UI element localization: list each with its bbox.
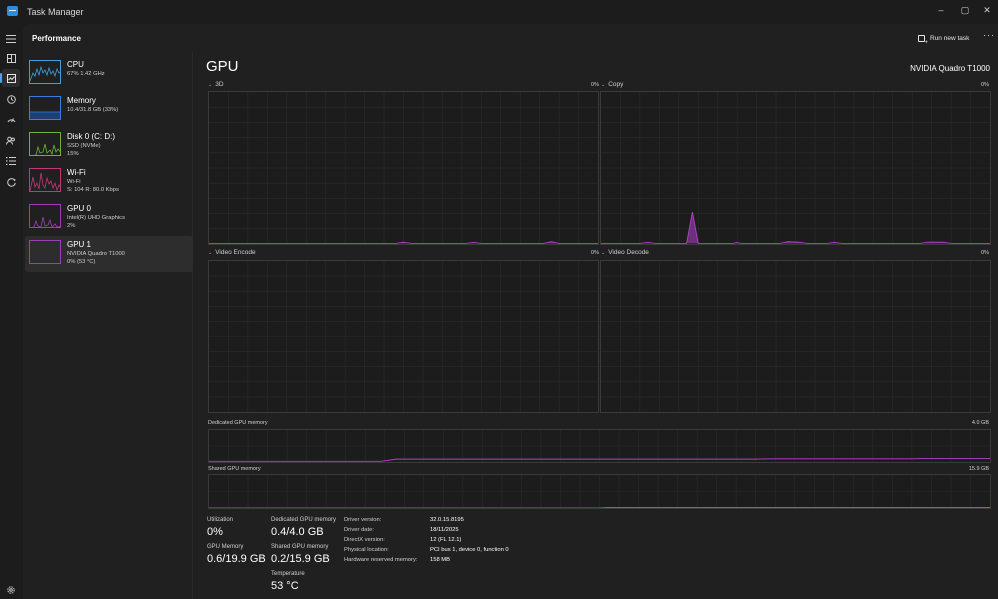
engine-video-decode-graph bbox=[600, 260, 991, 413]
page-title: Performance bbox=[32, 34, 81, 43]
memory-thumbnail-graph bbox=[29, 96, 61, 120]
utilization-value: 0% bbox=[207, 526, 223, 538]
device-usage: 15% bbox=[67, 151, 79, 157]
driver-date-label: Driver date: bbox=[344, 527, 374, 533]
device-list: CPU 67% 1.42 GHz Memory 10.4/31.8 GB (33… bbox=[23, 52, 193, 599]
hardware-reserved-memory-value: 158 MB bbox=[430, 557, 450, 563]
hamburger-menu-icon[interactable] bbox=[2, 30, 20, 48]
shared-memory-graph-max: 15.9 GB bbox=[968, 466, 989, 472]
driver-version-label: Driver version: bbox=[344, 517, 382, 523]
device-item-wifi[interactable]: Wi-Fi Wi-Fi S: 104 R: 80.0 Kbps bbox=[25, 164, 193, 200]
device-item-disk[interactable]: Disk 0 (C: D:) SSD (NVMe) 15% bbox=[25, 128, 193, 164]
processes-icon[interactable] bbox=[2, 49, 20, 67]
physical-location-label: Physical location: bbox=[344, 547, 389, 553]
dedicated-memory-graph bbox=[208, 429, 991, 463]
temperature-label: Temperature bbox=[271, 571, 305, 577]
gsh-canvas bbox=[209, 475, 990, 508]
run-new-task-label: Run new task bbox=[930, 34, 970, 42]
performance-icon[interactable] bbox=[0, 69, 20, 87]
temperature-value: 53 °C bbox=[271, 580, 299, 592]
engine-selector-copy[interactable]: ⌄ Copy bbox=[601, 81, 623, 88]
run-task-icon bbox=[918, 34, 928, 46]
directx-version-label: DirectX version: bbox=[344, 537, 385, 543]
device-usage: 0% (53 °C) bbox=[67, 259, 96, 265]
driver-version-value: 32.0.15.8195 bbox=[430, 517, 464, 523]
physical-location-value: PCI bus 1, device 0, function 0 bbox=[430, 547, 509, 553]
dedicated-memory-graph-max: 4.0 GB bbox=[971, 420, 989, 426]
device-detail: 10.4/31.8 GB (33%) bbox=[67, 107, 119, 113]
main-panel: Performance Run new task ··· CPU 67% 1.4… bbox=[23, 24, 998, 599]
run-new-task-button[interactable]: Run new task bbox=[918, 32, 970, 46]
gpu-title: GPU bbox=[206, 58, 239, 75]
gpu1-thumbnail-graph bbox=[29, 240, 61, 264]
device-detail: NVIDIA Quadro T1000 bbox=[67, 251, 125, 257]
device-name: GPU 1 bbox=[67, 240, 92, 249]
device-item-memory[interactable]: Memory 10.4/31.8 GB (33%) bbox=[25, 92, 193, 128]
header: Performance Run new task ··· bbox=[23, 24, 998, 52]
gpu0-thumbnail-graph bbox=[29, 204, 61, 228]
title-bar: Task Manager – ▢ ✕ bbox=[0, 0, 998, 24]
gpu-memory-value: 0.6/19.9 GB bbox=[207, 553, 266, 565]
shared-memory-graph-label: Shared GPU memory bbox=[208, 466, 261, 472]
engine-video-decode-max: 0% bbox=[981, 250, 989, 256]
users-icon[interactable] bbox=[2, 131, 20, 149]
window-title: Task Manager bbox=[27, 7, 84, 17]
device-detail: Wi-Fi bbox=[67, 179, 81, 185]
engine-video-encode-max: 0% bbox=[591, 250, 599, 256]
device-detail: 67% 1.42 GHz bbox=[67, 71, 105, 77]
device-name: GPU 0 bbox=[67, 204, 92, 213]
settings-gear-icon[interactable] bbox=[2, 581, 20, 599]
genc-canvas bbox=[209, 261, 598, 412]
dedicated-memory-value: 0.4/4.0 GB bbox=[271, 526, 324, 538]
engine-selector-video-encode[interactable]: ⌄ Video Encode bbox=[208, 249, 256, 256]
hardware-reserved-memory-label: Hardware reserved memory: bbox=[344, 557, 418, 563]
engine-video-encode-graph bbox=[208, 260, 599, 413]
gpu-model-name: NVIDIA Quadro T1000 bbox=[910, 64, 990, 73]
dedicated-memory-graph-label: Dedicated GPU memory bbox=[208, 420, 268, 426]
device-detail: SSD (NVMe) bbox=[67, 143, 101, 149]
device-item-gpu1[interactable]: GPU 1 NVIDIA Quadro T1000 0% (53 °C) bbox=[25, 236, 193, 272]
device-item-gpu0[interactable]: GPU 0 Intel(R) UHD Graphics 2% bbox=[25, 200, 193, 236]
disk-thumbnail-graph bbox=[29, 132, 61, 156]
gdec-canvas bbox=[601, 261, 990, 412]
app-history-icon[interactable] bbox=[2, 90, 20, 108]
engine-3d-graph bbox=[208, 91, 599, 245]
engine-copy-graph bbox=[600, 91, 991, 245]
device-name: CPU bbox=[67, 60, 84, 69]
close-button[interactable]: ✕ bbox=[978, 3, 996, 17]
gcopy-canvas bbox=[601, 92, 990, 244]
device-throughput: S: 104 R: 80.0 Kbps bbox=[67, 187, 119, 193]
driver-date-value: 18/11/2025 bbox=[430, 527, 459, 533]
utilization-label: Utilization bbox=[207, 517, 234, 523]
g3d-canvas bbox=[209, 92, 598, 244]
startup-apps-icon[interactable] bbox=[2, 110, 20, 128]
details-icon[interactable] bbox=[2, 152, 20, 170]
shared-memory-label: Shared GPU memory bbox=[271, 544, 329, 550]
device-usage: 2% bbox=[67, 223, 76, 229]
device-name: Memory bbox=[67, 96, 96, 105]
directx-version-value: 12 (FL 12.1) bbox=[430, 537, 462, 543]
engine-selector-3d[interactable]: ⌄ 3D bbox=[208, 81, 224, 88]
gpu-memory-label: GPU Memory bbox=[207, 544, 244, 550]
task-manager-icon bbox=[7, 6, 18, 16]
shared-memory-graph bbox=[208, 474, 991, 509]
gded-canvas bbox=[209, 430, 990, 462]
wifi-thumbnail-graph bbox=[29, 168, 61, 192]
navigation-rail bbox=[0, 24, 23, 599]
shared-memory-value: 0.2/15.9 GB bbox=[271, 553, 330, 565]
device-item-cpu[interactable]: CPU 67% 1.42 GHz bbox=[25, 56, 193, 92]
engine-copy-max: 0% bbox=[981, 82, 989, 88]
services-icon[interactable] bbox=[2, 173, 20, 191]
dedicated-memory-label: Dedicated GPU memory bbox=[271, 517, 337, 523]
minimize-button[interactable]: – bbox=[932, 3, 950, 17]
device-detail: Intel(R) UHD Graphics bbox=[67, 215, 125, 221]
device-name: Disk 0 (C: D:) bbox=[67, 132, 115, 141]
engine-selector-video-decode[interactable]: ⌄ Video Decode bbox=[601, 249, 649, 256]
more-options-button[interactable]: ··· bbox=[983, 30, 995, 40]
maximize-button[interactable]: ▢ bbox=[956, 3, 974, 17]
cpu-thumbnail-graph bbox=[29, 60, 61, 84]
device-name: Wi-Fi bbox=[67, 168, 86, 177]
engine-3d-max: 0% bbox=[591, 82, 599, 88]
